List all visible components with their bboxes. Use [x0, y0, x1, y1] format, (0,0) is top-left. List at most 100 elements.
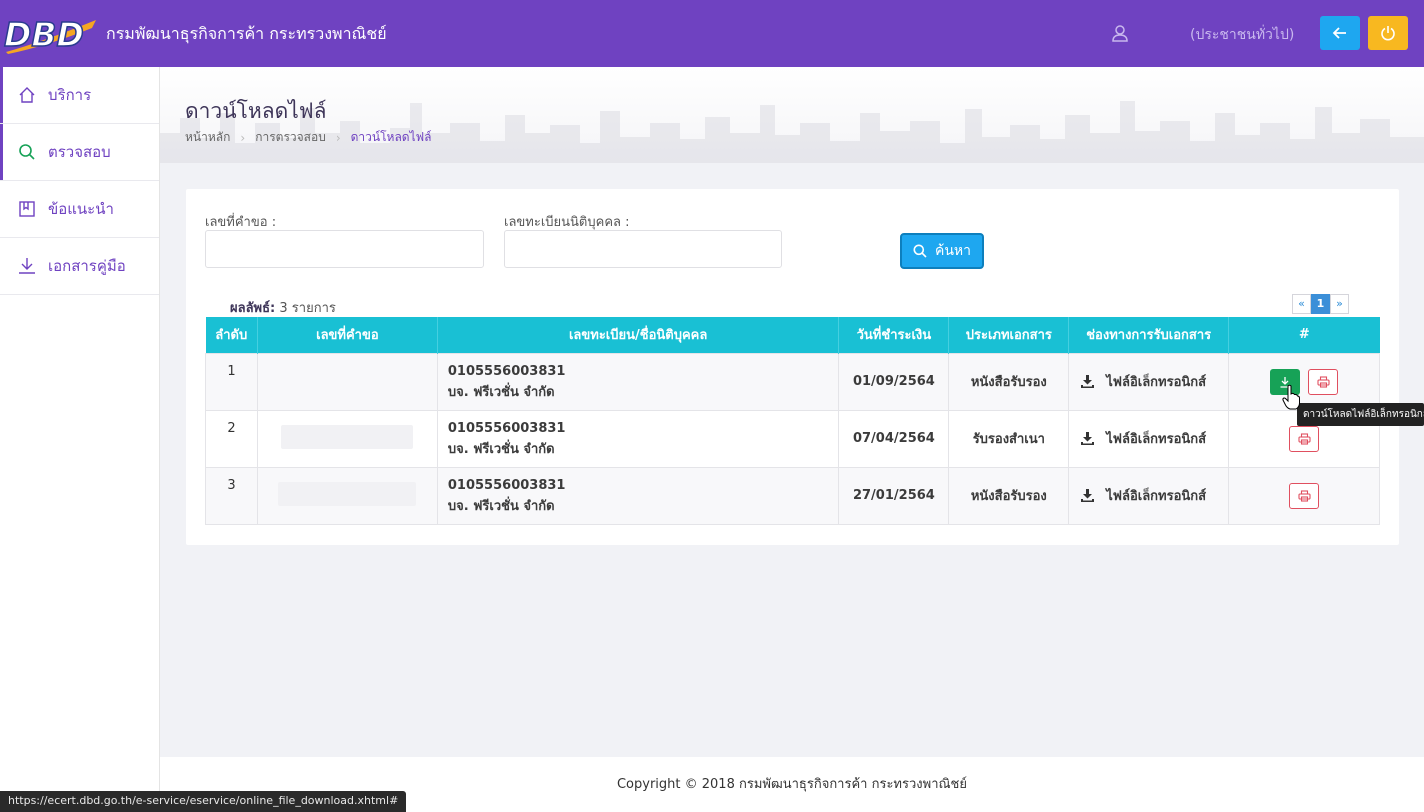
print-button[interactable]	[1289, 482, 1320, 509]
company-name: บจ. ฟรีเวชั่น จำกัด	[447, 498, 555, 514]
download-icon	[1081, 489, 1095, 502]
print-icon	[1317, 375, 1330, 388]
table-row: 2 0105556003831 บจ. ฟรีเวชั่น จำกัด 07/0…	[205, 409, 1380, 468]
cell-doc-type: หนังสือรับรอง	[948, 466, 1070, 525]
result-count: ผลลัพธ์: 3 รายการ	[230, 297, 336, 318]
cell-doc-type: รับรองสำเนา	[948, 409, 1070, 468]
arrow-left-icon	[1332, 27, 1346, 39]
breadcrumb: หน้าหลัก › การตรวจสอบ › ดาวน์โหลดไฟล์	[185, 128, 431, 147]
result-count-value: 3 รายการ	[279, 301, 336, 316]
chevron-right-icon: ›	[335, 130, 341, 145]
channel-label: ไฟล์อิเล็กทรอนิกส์	[1106, 375, 1207, 390]
sidebar-item-advice[interactable]: ข้อแนะนำ	[0, 181, 159, 238]
request-no-label: เลขที่คำขอ :	[205, 215, 277, 230]
cell-paid-date: 01/09/2564	[838, 352, 950, 411]
col-header-actions: #	[1298, 327, 1310, 343]
dbd-logo[interactable]: DBD	[2, 12, 100, 56]
power-icon	[1381, 26, 1395, 41]
breadcrumb-current: ดาวน์โหลดไฟล์	[350, 130, 432, 144]
reg-no-input[interactable]	[504, 230, 782, 268]
reg-number: 0105556003831	[447, 420, 566, 436]
cell-channel: ไฟล์อิเล็กทรอนิกส์	[1068, 466, 1230, 525]
sidebar-item-label: ตรวจสอบ	[48, 143, 111, 161]
pager-next[interactable]: »	[1330, 294, 1349, 314]
book-icon	[19, 201, 35, 217]
cell-request-no	[256, 409, 438, 468]
request-no-redacted	[281, 424, 414, 449]
site-title: กรมพัฒนาธุรกิจการค้า กระทรวงพาณิชย์	[106, 24, 387, 43]
sidebar: บริการ ตรวจสอบ ข้อแนะนำ เอกสารคู่มือ	[0, 67, 160, 812]
breadcrumb-home[interactable]: หน้าหลัก	[185, 128, 230, 147]
download-icon	[19, 258, 35, 274]
home-icon	[19, 87, 35, 103]
cell-no: 1	[205, 352, 258, 411]
page-header: ดาวน์โหลดไฟล์ หน้าหลัก › การตรวจสอบ › ดา…	[160, 67, 1424, 163]
cell-paid-date: 27/01/2564	[838, 466, 950, 525]
cell-actions	[1228, 466, 1380, 525]
search-button[interactable]: ค้นหา	[900, 233, 984, 269]
col-header-no: ลำดับ	[205, 317, 258, 353]
sidebar-item-check[interactable]: ตรวจสอบ	[0, 124, 159, 181]
logout-button[interactable]	[1368, 16, 1408, 50]
hand-cursor-icon	[1282, 384, 1300, 410]
pager-prev[interactable]: «	[1292, 294, 1311, 314]
search-icon	[913, 244, 927, 258]
channel-label: ไฟล์อิเล็กทรอนิกส์	[1106, 489, 1207, 504]
top-navbar: DBD กรมพัฒนาธุรกิจการค้า กระทรวงพาณิชย์ …	[0, 0, 1424, 67]
pager-page-1[interactable]: 1	[1311, 294, 1330, 314]
back-button[interactable]	[1320, 16, 1360, 50]
user-icon	[1112, 25, 1128, 42]
col-header-request-no: เลขที่คำขอ	[257, 317, 438, 353]
cell-actions	[1228, 352, 1380, 411]
print-button[interactable]	[1289, 425, 1320, 452]
print-icon	[1298, 432, 1311, 445]
reg-number: 0105556003831	[447, 363, 566, 379]
cell-channel: ไฟล์อิเล็กทรอนิกส์	[1068, 352, 1230, 411]
sidebar-item-services[interactable]: บริการ	[0, 67, 159, 124]
col-header-paid-date: วันที่ชำระเงิน	[838, 317, 950, 353]
cell-no: 3	[205, 466, 258, 525]
table-row: 1 0105556003831 บจ. ฟรีเวชั่น จำกัด 01/0…	[205, 352, 1380, 411]
sidebar-item-manual[interactable]: เอกสารคู่มือ	[0, 238, 159, 295]
channel-label: ไฟล์อิเล็กทรอนิกส์	[1106, 432, 1207, 447]
user-role: (ประชาชนทั่วไป)	[1190, 27, 1295, 43]
cell-doc-type: หนังสือรับรอง	[948, 352, 1070, 411]
request-no-redacted	[278, 481, 417, 506]
download-icon	[1081, 375, 1095, 388]
download-tooltip: ดาวน์โหลดไฟล์อิเล็กทรอนิกส์	[1297, 403, 1424, 426]
results-table: ลำดับ เลขที่คำขอ เลขทะเบียน/ชื่อนิติบุคค…	[205, 317, 1380, 525]
search-icon	[19, 144, 35, 160]
cell-registration: 0105556003831 บจ. ฟรีเวชั่น จำกัด	[436, 466, 840, 525]
company-name: บจ. ฟรีเวชั่น จำกัด	[447, 384, 555, 400]
sidebar-item-label: บริการ	[48, 86, 92, 104]
cell-paid-date: 07/04/2564	[838, 409, 950, 468]
reg-number: 0105556003831	[447, 477, 566, 493]
pagination: « 1 »	[1292, 294, 1349, 314]
cell-registration: 0105556003831 บจ. ฟรีเวชั่น จำกัด	[436, 352, 840, 411]
table-header-row: ลำดับ เลขที่คำขอ เลขทะเบียน/ชื่อนิติบุคค…	[205, 317, 1380, 353]
result-label: ผลลัพธ์:	[230, 301, 276, 316]
cell-request-no	[256, 352, 438, 411]
request-no-input[interactable]	[205, 230, 484, 268]
cell-request-no	[256, 466, 438, 525]
browser-status-bar: https://ecert.dbd.go.th/e-service/eservi…	[0, 791, 407, 812]
company-name: บจ. ฟรีเวชั่น จำกัด	[447, 441, 555, 457]
breadcrumb-check[interactable]: การตรวจสอบ	[255, 128, 326, 147]
chevron-right-icon: ›	[240, 130, 246, 145]
cell-no: 2	[205, 409, 258, 468]
print-button[interactable]	[1308, 368, 1339, 395]
print-icon	[1298, 489, 1311, 502]
search-button-label: ค้นหา	[934, 243, 972, 259]
sidebar-item-label: เอกสารคู่มือ	[48, 257, 126, 275]
col-header-registration: เลขทะเบียน/ชื่อนิติบุคคล	[437, 317, 840, 353]
search-card: เลขที่คำขอ : เลขทะเบียนนิติบุคคล : ค้นหา…	[186, 189, 1399, 545]
page-title: ดาวน์โหลดไฟล์	[185, 99, 327, 123]
reg-no-label: เลขทะเบียนนิติบุคคล :	[504, 215, 630, 230]
table-row: 3 0105556003831 บจ. ฟรีเวชั่น จำกัด 27/0…	[205, 466, 1380, 525]
cell-registration: 0105556003831 บจ. ฟรีเวชั่น จำกัด	[436, 409, 840, 468]
cell-channel: ไฟล์อิเล็กทรอนิกส์	[1068, 409, 1230, 468]
col-header-doc-type: ประเภทเอกสาร	[948, 317, 1070, 353]
col-header-channel: ช่องทางการรับเอกสาร	[1068, 317, 1230, 353]
svg-text:DBD: DBD	[4, 15, 84, 54]
sidebar-item-label: ข้อแนะนำ	[48, 200, 114, 218]
